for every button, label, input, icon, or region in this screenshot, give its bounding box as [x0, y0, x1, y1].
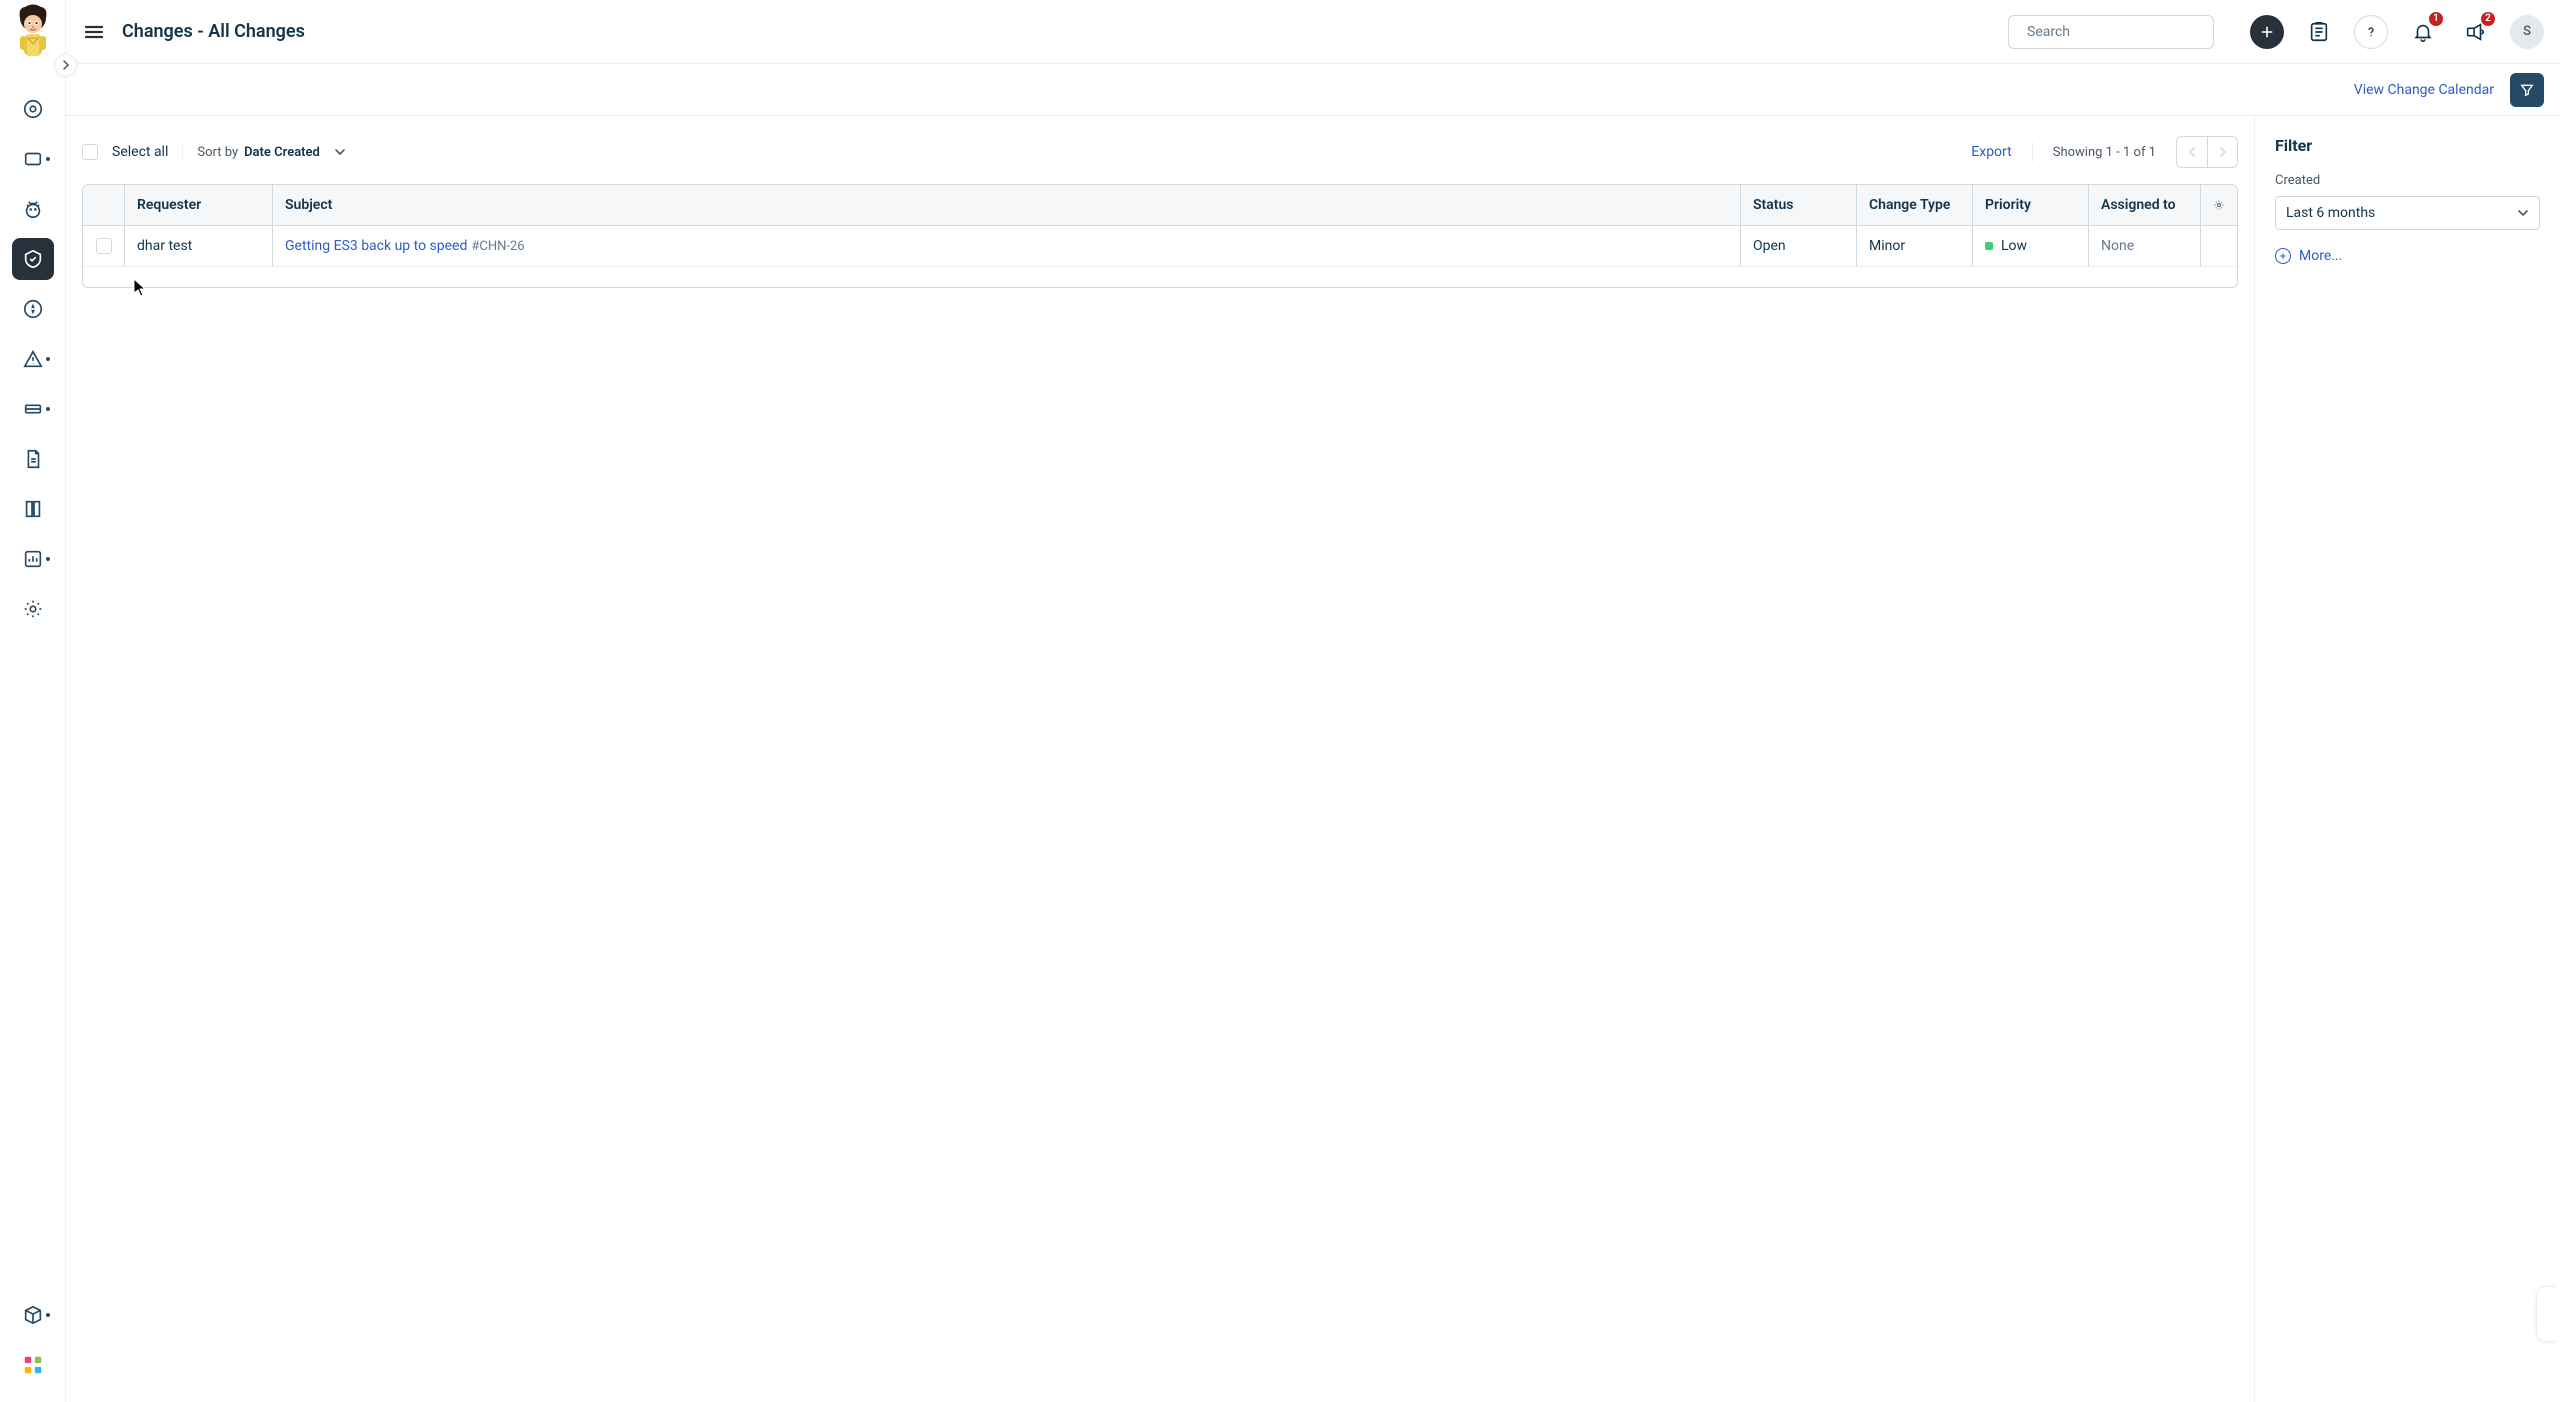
list-toolbar: Select all Sort by Date Created Export S…	[82, 132, 2238, 172]
column-priority[interactable]: Priority	[1973, 185, 2089, 225]
filter-panel: Filter Created Last 6 months + More...	[2254, 116, 2560, 1402]
row-checkbox[interactable]	[96, 238, 112, 254]
view-calendar-link[interactable]: View Change Calendar	[2354, 82, 2494, 98]
column-checkbox	[83, 185, 125, 225]
left-sidebar	[0, 0, 66, 1402]
subject-link[interactable]: Getting ES3 back up to speed	[285, 238, 467, 254]
whats-new-icon[interactable]: 2	[2458, 15, 2492, 49]
nav-inventory[interactable]	[12, 1294, 54, 1336]
filter-created-label: Created	[2275, 173, 2540, 188]
global-search[interactable]	[2008, 15, 2214, 49]
help-button[interactable]	[2354, 15, 2388, 49]
filter-more-link[interactable]: + More...	[2275, 248, 2540, 264]
nav-alerts[interactable]	[12, 338, 54, 380]
cell-change-type: Minor	[1857, 226, 1973, 266]
filter-icon	[2519, 82, 2535, 98]
cell-actions	[2201, 226, 2237, 266]
table-spacer	[83, 267, 2237, 287]
plus-circle-icon: +	[2275, 248, 2291, 264]
filter-more-label: More...	[2299, 248, 2342, 264]
approvals-icon[interactable]	[2302, 15, 2336, 49]
column-assigned-to[interactable]: Assigned to	[2089, 185, 2201, 225]
chevron-down-icon	[2517, 207, 2529, 219]
showing-count: Showing 1 - 1 of 1	[2053, 145, 2156, 160]
select-all-checkbox[interactable]	[82, 144, 98, 160]
gear-icon	[2213, 197, 2225, 213]
chevron-down-icon[interactable]	[326, 138, 354, 166]
nav-admin[interactable]	[12, 588, 54, 630]
cell-status: Open	[1741, 226, 1857, 266]
table-row[interactable]: dhar test Getting ES3 back up to speed #…	[83, 226, 2237, 267]
column-change-type[interactable]: Change Type	[1857, 185, 1973, 225]
whats-new-badge: 2	[2480, 11, 2496, 27]
column-status[interactable]: Status	[1741, 185, 1857, 225]
divider	[182, 142, 183, 162]
divider	[2032, 142, 2033, 162]
next-page-button[interactable]	[2207, 137, 2237, 167]
changes-table: Requester Subject Status Change Type Pri…	[82, 184, 2238, 288]
filter-title: Filter	[2275, 136, 2540, 155]
sidebar-expand-handle[interactable]	[55, 54, 77, 76]
priority-label: Low	[2001, 238, 2027, 254]
cell-subject: Getting ES3 back up to speed #CHN-26	[273, 226, 1741, 266]
table-region: Select all Sort by Date Created Export S…	[66, 116, 2254, 1402]
table-header-row: Requester Subject Status Change Type Pri…	[83, 185, 2237, 226]
cell-assigned-to: None	[2089, 226, 2201, 266]
sort-by-label: Sort by	[197, 145, 238, 160]
subject-id: #CHN-26	[471, 239, 524, 254]
view-bar: View Change Calendar	[66, 64, 2560, 116]
side-widget-stub[interactable]	[2536, 1286, 2556, 1342]
export-link[interactable]: Export	[1971, 144, 2011, 160]
hamburger-icon[interactable]	[82, 20, 106, 44]
column-subject[interactable]: Subject	[273, 185, 1741, 225]
select-all-label: Select all	[112, 144, 168, 160]
nav-contracts[interactable]	[12, 438, 54, 480]
page-title: Changes - All Changes	[122, 21, 305, 42]
filter-toggle-button[interactable]	[2510, 73, 2544, 107]
prev-page-button[interactable]	[2177, 137, 2207, 167]
cell-priority: Low	[1973, 226, 2089, 266]
nav-tickets[interactable]	[12, 138, 54, 180]
user-avatar[interactable]: S	[2510, 15, 2544, 49]
filter-created-select[interactable]: Last 6 months	[2275, 196, 2540, 230]
cell-requester: dhar test	[125, 226, 273, 266]
app-launcher[interactable]	[12, 1344, 54, 1386]
column-settings[interactable]	[2201, 185, 2237, 225]
filter-created-value: Last 6 months	[2286, 205, 2375, 221]
pagination	[2176, 136, 2238, 168]
nav-dashboard[interactable]	[12, 88, 54, 130]
nav-releases[interactable]	[12, 288, 54, 330]
notifications-icon[interactable]: 1	[2406, 15, 2440, 49]
nav-reports[interactable]	[12, 538, 54, 580]
new-button[interactable]	[2250, 15, 2284, 49]
priority-indicator-icon	[1985, 242, 1993, 250]
nav-problems[interactable]	[12, 188, 54, 230]
nav-changes[interactable]	[12, 238, 54, 280]
top-header: Changes - All Changes 1	[66, 0, 2560, 64]
notifications-badge: 1	[2428, 11, 2444, 27]
nav-assets[interactable]	[12, 388, 54, 430]
sort-by-value: Date Created	[244, 145, 320, 160]
sort-by-control[interactable]: Sort by Date Created	[197, 138, 353, 166]
column-requester[interactable]: Requester	[125, 185, 273, 225]
nav-solutions[interactable]	[12, 488, 54, 530]
brand-logo	[9, 2, 57, 62]
search-input[interactable]	[2027, 24, 2205, 40]
